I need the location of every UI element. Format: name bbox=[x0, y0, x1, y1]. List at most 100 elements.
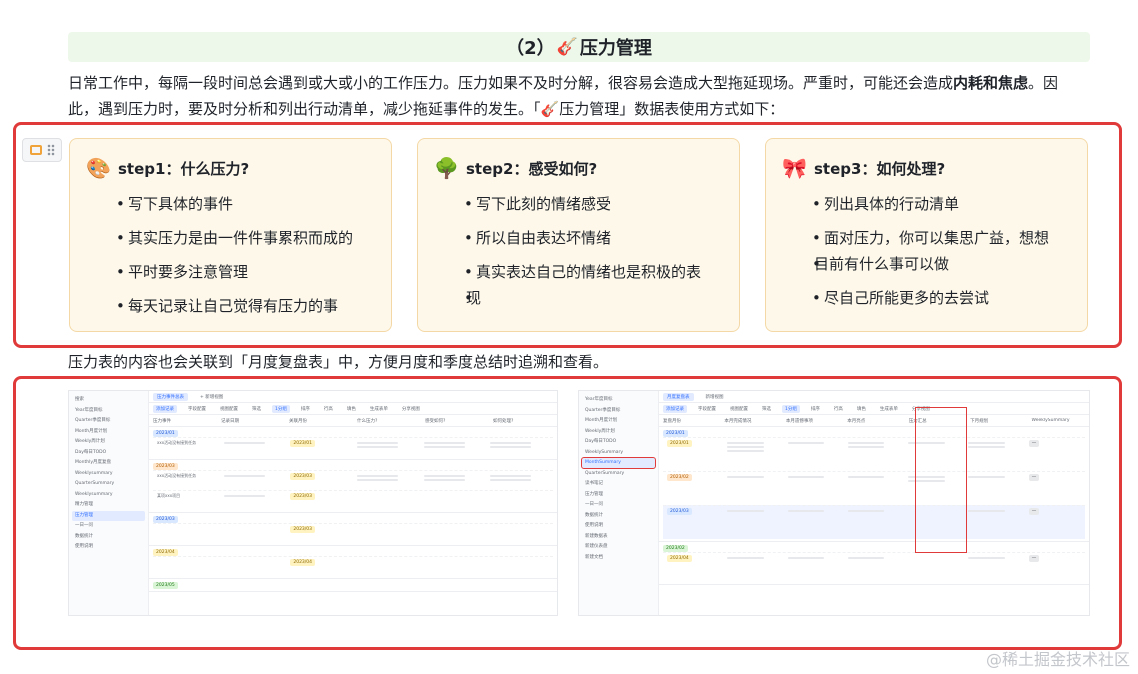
group-header: 2023/01 bbox=[153, 429, 553, 437]
table-cell bbox=[420, 491, 487, 495]
card-title: 🌳 step2：感受如何? bbox=[434, 155, 723, 181]
sidebar-item: 一日一问 bbox=[585, 502, 603, 507]
toolbar-item: 生成表单 bbox=[879, 406, 898, 412]
sidebar-item: 精力管理 bbox=[75, 502, 93, 507]
toolbar-item: 添加记录 bbox=[663, 404, 687, 413]
table-cell bbox=[420, 557, 487, 561]
list-item-text: 面对压力，你可以集思广益，想想 bbox=[824, 229, 1050, 247]
monthly-review-screenshot: Year年度目标 Quarter季度目标 Month月度计划 Weekly周计划… bbox=[578, 390, 1090, 616]
column-header: 记录日期 bbox=[221, 418, 239, 424]
table-row: 某项xxx项目 2023/03 bbox=[153, 490, 553, 510]
tab: 新增视图 bbox=[705, 394, 724, 400]
guitar-icon: 🎸 bbox=[556, 37, 578, 57]
watermark: @稀土掘金技术社区 bbox=[985, 650, 1130, 669]
toolbar-item: 生成表单 bbox=[369, 406, 388, 412]
table-cell: — bbox=[1025, 472, 1085, 483]
group-header: 2023/01 bbox=[663, 429, 1085, 437]
table-cell bbox=[723, 506, 783, 516]
table-cell bbox=[486, 524, 553, 528]
table-cell: 2023/03 bbox=[286, 524, 353, 535]
column-header: 本月亮点 bbox=[847, 418, 866, 424]
list-item-continuation: 现 bbox=[464, 285, 723, 311]
group-tag: 2023/03 bbox=[153, 515, 178, 523]
list-item: 尽自己所能更多的去尝试 bbox=[812, 285, 1071, 311]
toolbar-item: 字段配置 bbox=[188, 406, 206, 412]
block-handle[interactable] bbox=[22, 138, 62, 162]
table-cell: 2023/04 bbox=[663, 553, 723, 564]
tab: + 新增视图 bbox=[200, 394, 224, 400]
toolbar-item: 填色 bbox=[856, 406, 866, 412]
drag-handle-icon[interactable] bbox=[46, 144, 55, 156]
table-cell: — bbox=[1025, 553, 1085, 564]
column-header: 如何处理? bbox=[493, 418, 514, 424]
table-cell bbox=[486, 471, 553, 485]
toolbar-item: 填色 bbox=[346, 406, 356, 412]
group-tag: 2023/04 bbox=[290, 559, 316, 566]
table-cell bbox=[486, 491, 553, 495]
group-header: 2023/03 bbox=[153, 462, 553, 470]
sidebar-item: Day每日TODO bbox=[75, 449, 107, 455]
sidebar-item: QuarterSummary bbox=[75, 481, 115, 486]
table-cell bbox=[844, 553, 904, 563]
sidebar: Year年度目标 Quarter季度目标 Month月度计划 Weekly周计划… bbox=[579, 391, 659, 615]
sidebar-item: Quarter季度目标 bbox=[75, 418, 111, 423]
step1-card: 🎨 step1：什么压力? 写下具体的事件 其实压力是由一件件事累积而成的 平时… bbox=[69, 138, 392, 332]
intro-paragraph: 日常工作中，每隔一段时间总会遇到或大或小的工作压力。压力如果不及时分解，很容易会… bbox=[68, 70, 1088, 122]
table-cell bbox=[784, 472, 844, 482]
table-cell bbox=[220, 557, 287, 561]
intro-text-3: 」数据表使用方式如下： bbox=[619, 100, 785, 118]
sidebar-item: 使用说明 bbox=[585, 523, 603, 528]
sidebar-item: 搜索 bbox=[75, 397, 84, 402]
sidebar-item: 使用说明 bbox=[75, 544, 93, 549]
table-cell bbox=[964, 506, 1024, 516]
sidebar-item: Year年度目标 bbox=[75, 407, 103, 413]
table-group: 2023/03 xxx活动没有接到任务 2023/03 某项xxx项目 2023… bbox=[149, 460, 557, 513]
list-item-continuation: 目前有什么事可以做 bbox=[812, 251, 1071, 277]
table-row: xxx活动没有接到任务 2023/03 bbox=[153, 470, 553, 490]
toolbar-item: 1分组 bbox=[782, 404, 800, 413]
sidebar-item: Weeklysummary bbox=[75, 491, 113, 497]
toolbar-item: 排序 bbox=[300, 406, 310, 412]
view-tabs: 压力事件总表 + 新增视图 bbox=[149, 391, 557, 403]
step2-card: 🌳 step2：感受如何? 写下此刻的情绪感受 所以自由表达坏情绪 真实表达自己… bbox=[417, 138, 740, 332]
table-cell bbox=[220, 491, 287, 501]
list-item-text: 真实表达自己的情绪也是积极的表 bbox=[476, 263, 702, 281]
card-title-text: step1：什么压力? bbox=[118, 159, 250, 178]
sidebar-item: Weeklysummary bbox=[75, 470, 113, 476]
card-list: 写下具体的事件 其实压力是由一件件事累积而成的 平时要多注意管理 每天记录让自己… bbox=[86, 191, 375, 319]
table-cell bbox=[904, 553, 964, 557]
sidebar-item: 压力管理 bbox=[585, 491, 603, 497]
sidebar-item: Monthly月度复盘 bbox=[75, 460, 112, 465]
table-cell: 2023/01 bbox=[286, 438, 353, 449]
table-cell bbox=[784, 438, 844, 448]
table-group: 2023/02 2023/04 — bbox=[659, 542, 1089, 585]
group-tag: 2023/03 bbox=[290, 526, 316, 533]
toolbar-item: 行高 bbox=[833, 406, 843, 412]
table-group: 2023/05 bbox=[149, 579, 557, 592]
group-tag: 2023/03 bbox=[290, 473, 316, 480]
tab: 月度复盘表 bbox=[663, 392, 694, 401]
table-row: 2023/04 — bbox=[663, 552, 1085, 582]
sidebar-item: 一日一问 bbox=[75, 523, 93, 528]
group-tag: 2023/01 bbox=[153, 429, 178, 437]
sidebar-item-active: 压力管理 bbox=[72, 510, 145, 521]
sidebar-item: 新建数据表 bbox=[585, 533, 608, 539]
table-cell: xxx活动没有接到任务 bbox=[157, 473, 197, 478]
group-tag: 2023/03 bbox=[153, 462, 178, 470]
card-title: 🎨 step1：什么压力? bbox=[86, 155, 375, 181]
table-cell bbox=[723, 553, 783, 563]
table-cell bbox=[964, 438, 1024, 452]
table-header: 复盘月份 本月完成情况 本月遗憾事项 本月亮点 压力汇总 下月规划 Weekly… bbox=[659, 415, 1089, 427]
table-group: 2023/01 xxx活动没有接到任务 2023/01 bbox=[149, 427, 557, 460]
sidebar-item: Year年度目标 bbox=[585, 397, 613, 402]
table-cell bbox=[353, 471, 420, 485]
list-item: 每天记录让自己觉得有压力的事 bbox=[116, 293, 375, 319]
highlight-column bbox=[915, 407, 967, 553]
palette-icon: 🎨 bbox=[86, 156, 111, 180]
gift-icon: 🎀 bbox=[782, 156, 807, 180]
table-cell bbox=[784, 506, 844, 516]
table-cell bbox=[723, 438, 783, 456]
table-row: 2023/03 bbox=[153, 523, 553, 543]
callout-block-icon[interactable] bbox=[29, 145, 42, 155]
table-cell: 2023/02 bbox=[663, 472, 723, 483]
